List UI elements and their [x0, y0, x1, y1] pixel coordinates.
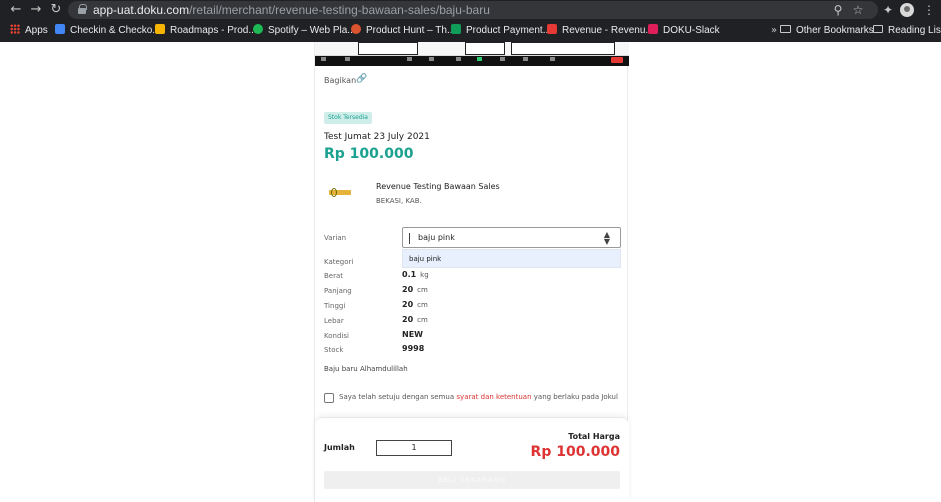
- sheets-icon: [451, 24, 461, 35]
- zoom-search-icon[interactable]: ⚲: [830, 2, 846, 18]
- variant-selected-value: baju pink: [418, 233, 455, 242]
- reading-list[interactable]: Reading List: [873, 23, 941, 39]
- variant-option[interactable]: baju pink: [409, 255, 441, 263]
- bookmark-roadmaps[interactable]: Roadmaps - Prod...: [155, 23, 257, 39]
- terms-link[interactable]: syarat dan ketentuan: [456, 393, 531, 401]
- link-icon[interactable]: 🔗: [356, 74, 367, 84]
- stock-label: Stock: [324, 346, 344, 354]
- bookmark-checkin[interactable]: Checkin & Checko...: [55, 23, 161, 39]
- extensions-puzzle-icon[interactable]: ✦: [880, 2, 896, 18]
- share-label[interactable]: Bagikan: [324, 76, 356, 85]
- browser-toolbar: ← → ↻ app-uat.doku.com/retail/merchant/r…: [0, 0, 941, 20]
- seller-logo: [329, 187, 351, 199]
- seller-city: BEKASI, KAB.: [376, 197, 422, 205]
- lebar-label: Lebar: [324, 317, 344, 325]
- image-toolbar-strip: [315, 56, 629, 66]
- berat-label: Berat: [324, 272, 344, 280]
- more-bookmarks-chevron-icon[interactable]: »: [771, 24, 777, 38]
- browser-menu-icon[interactable]: ⋮: [921, 2, 937, 18]
- bookmarks-bar: Apps Checkin & Checko... Roadmaps - Prod…: [0, 21, 941, 41]
- bookmark-product-hunt[interactable]: Product Hunt – Th...: [351, 23, 455, 39]
- select-updown-icon: ▲ ▼: [603, 230, 610, 246]
- bookmark-star-icon[interactable]: ☆: [850, 2, 866, 18]
- panjang-value: 20 cm: [402, 285, 428, 294]
- quantity-label: Jumlah: [324, 443, 355, 452]
- toolbar-dot-icon: [345, 57, 350, 61]
- terms-checkbox[interactable]: [324, 393, 334, 403]
- product-price: Rp 100.000: [324, 146, 414, 162]
- toolbar-dot-icon: [407, 57, 412, 61]
- image-thumb: [511, 42, 615, 55]
- bookmark-revenue[interactable]: Revenue - Revenu...: [547, 23, 654, 39]
- slack-icon: [648, 24, 658, 35]
- lock-icon: [78, 4, 87, 14]
- seller-name[interactable]: Revenue Testing Bawaan Sales: [376, 182, 500, 191]
- bookmark-favicon-icon: [155, 24, 165, 35]
- kondisi-label: Kondisi: [324, 332, 349, 340]
- text-cursor: [409, 233, 410, 244]
- apps-grid-icon: [10, 24, 20, 35]
- bookmark-favicon-icon: [55, 24, 65, 35]
- toolbar-dot-icon: [550, 57, 555, 61]
- bookmark-apps[interactable]: Apps: [10, 23, 48, 39]
- product-card: Bagikan 🔗 Stok Tersedia Test Jumat 23 Ju…: [314, 42, 629, 502]
- image-thumb: [465, 42, 505, 55]
- bookmark-doku-slack[interactable]: DOKU-Slack: [648, 23, 720, 39]
- page-content: Bagikan 🔗 Stok Tersedia Test Jumat 23 Ju…: [0, 42, 941, 502]
- lebar-value: 20 cm: [402, 315, 428, 324]
- terms-text: Saya telah setuju dengan semua syarat da…: [339, 393, 618, 401]
- tinggi-value: 20 cm: [402, 300, 428, 309]
- kategori-label: Kategori: [324, 258, 354, 266]
- bookmark-favicon-icon: [547, 24, 557, 35]
- berat-value: 0.1 kg: [402, 270, 429, 279]
- bookmark-spotify[interactable]: Spotify – Web Pla...: [253, 23, 356, 39]
- toolbar-dot-icon: [477, 57, 482, 61]
- url-text[interactable]: app-uat.doku.com/retail/merchant/revenue…: [93, 2, 490, 18]
- image-thumb: [358, 42, 418, 55]
- product-image-top: [315, 42, 629, 56]
- browser-chrome: ← → ↻ app-uat.doku.com/retail/merchant/r…: [0, 0, 941, 42]
- seller-logo-ring: [331, 188, 337, 197]
- total-price: Rp 100.000: [530, 444, 620, 460]
- address-bar[interactable]: app-uat.doku.com/retail/merchant/revenue…: [68, 1, 878, 19]
- toolbar-dot-icon: [500, 57, 505, 61]
- checkout-panel: Jumlah 1 Total Harga Rp 100.000 BELI SEK…: [315, 417, 629, 502]
- toolbar-dot-icon: [429, 57, 434, 61]
- reload-icon[interactable]: ↻: [48, 2, 64, 18]
- toolbar-dot-icon: [456, 57, 461, 61]
- variant-label: Varian: [324, 234, 347, 242]
- profile-avatar[interactable]: [900, 3, 914, 17]
- panjang-label: Panjang: [324, 287, 352, 295]
- toolbar-dot-icon: [523, 57, 528, 61]
- folder-icon: [780, 25, 791, 34]
- variant-select[interactable]: baju pink ▲ ▼: [402, 227, 621, 248]
- tinggi-label: Tinggi: [324, 302, 346, 310]
- forward-arrow-icon[interactable]: →: [28, 2, 44, 18]
- product-hunt-icon: [351, 24, 361, 35]
- other-bookmarks[interactable]: Other Bookmarks: [780, 23, 874, 39]
- buy-now-button[interactable]: BELI SEKARANG: [324, 471, 620, 489]
- variant-dropdown: baju pink: [402, 249, 621, 268]
- reading-list-icon: [873, 25, 883, 34]
- total-label: Total Harga: [568, 432, 620, 441]
- stock-badge: Stok Tersedia: [324, 112, 372, 124]
- stock-value: 9998: [402, 344, 425, 353]
- quantity-input[interactable]: 1: [376, 440, 452, 456]
- spotify-icon: [253, 24, 263, 35]
- toolbar-red-icon: [611, 57, 623, 63]
- bookmark-product-payment[interactable]: Product Payment...: [451, 23, 551, 39]
- kondisi-value: NEW: [402, 330, 423, 339]
- product-title: Test Jumat 23 July 2021: [324, 132, 430, 142]
- back-arrow-icon[interactable]: ←: [8, 2, 24, 18]
- product-image: [315, 42, 629, 66]
- toolbar-dot-icon: [321, 57, 326, 61]
- product-description: Baju baru Alhamdulillah: [324, 365, 408, 373]
